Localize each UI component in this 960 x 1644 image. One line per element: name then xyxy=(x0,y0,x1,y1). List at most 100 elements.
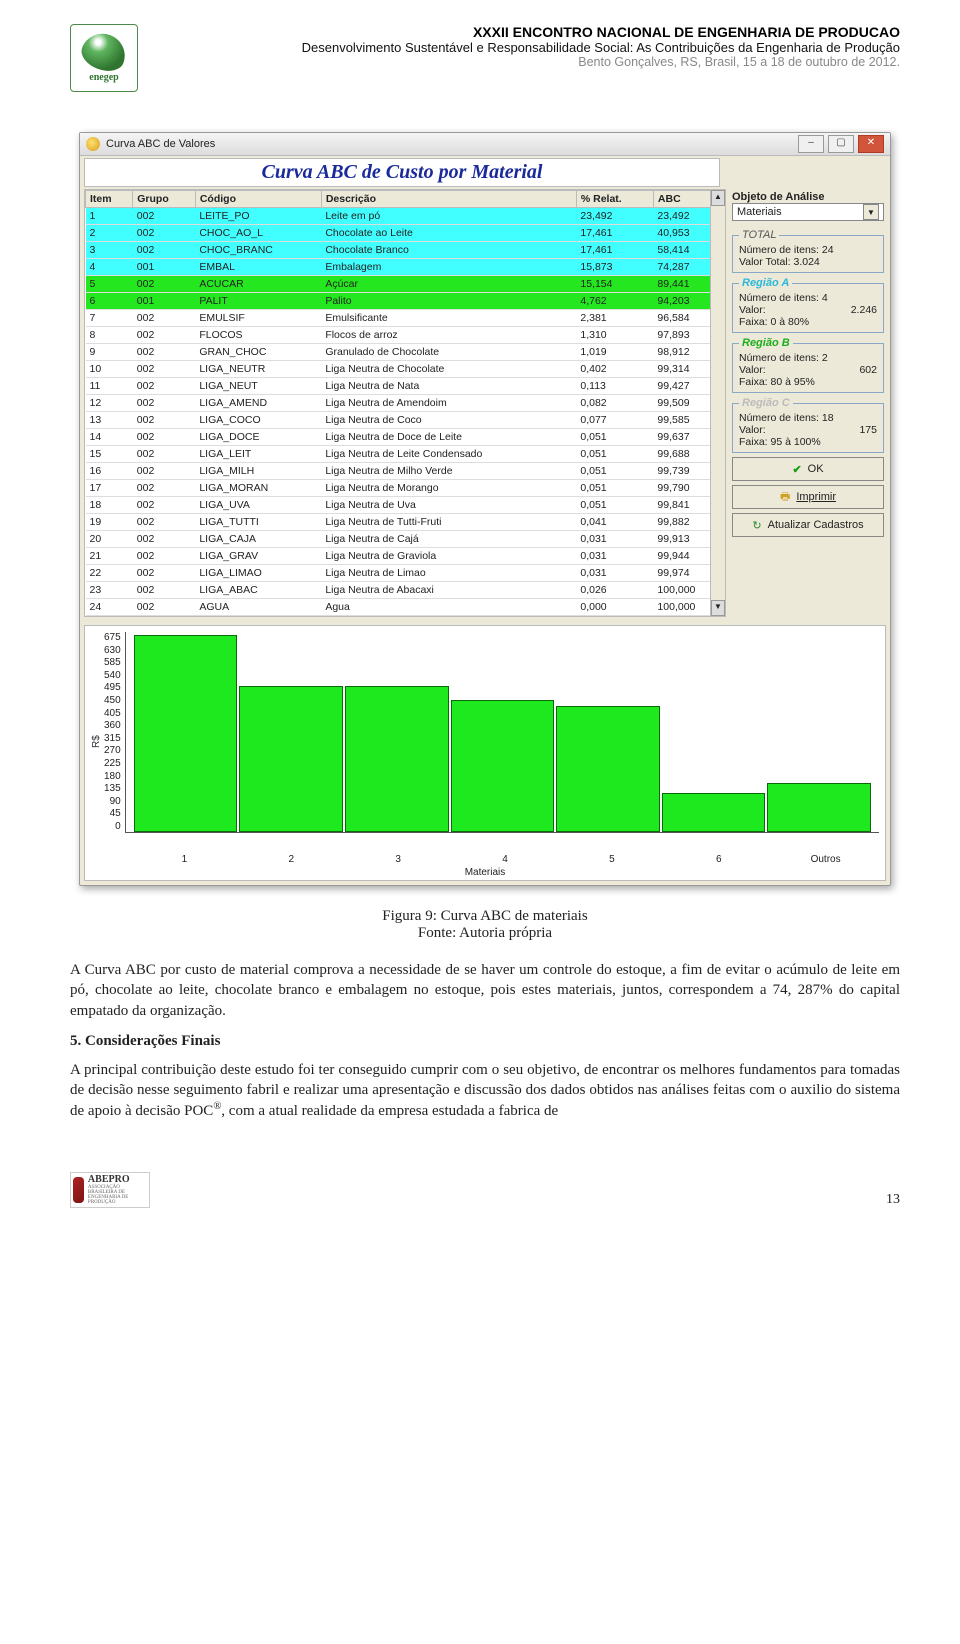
column-header[interactable]: Grupo xyxy=(133,191,196,208)
table-cell: Liga Neutra de Milho Verde xyxy=(321,463,576,480)
table-row[interactable]: 24002AGUAAgua0,000100,000 xyxy=(86,599,725,616)
print-button[interactable]: 🖶 Imprimir xyxy=(732,485,884,509)
app-window: Curva ABC de Valores – ▢ ✕ Curva ABC de … xyxy=(79,132,891,886)
refresh-button[interactable]: ↻ Atualizar Cadastros xyxy=(732,513,884,537)
table-cell: Liga Neutra de Leite Condensado xyxy=(321,446,576,463)
table-cell: Palito xyxy=(321,293,576,310)
table-cell: 24 xyxy=(86,599,133,616)
chart-bar xyxy=(767,783,871,832)
table-row[interactable]: 12002LIGA_AMENDLiga Neutra de Amendoim0,… xyxy=(86,395,725,412)
table-row[interactable]: 22002LIGA_LIMAOLiga Neutra de Limao0,031… xyxy=(86,565,725,582)
table-cell: 4,762 xyxy=(576,293,653,310)
table-row[interactable]: 11002LIGA_NEUTLiga Neutra de Nata0,11399… xyxy=(86,378,725,395)
table-cell: 17,461 xyxy=(576,225,653,242)
table-cell: Emulsificante xyxy=(321,310,576,327)
table-cell: 002 xyxy=(133,361,196,378)
table-row[interactable]: 23002LIGA_ABACLiga Neutra de Abacaxi0,02… xyxy=(86,582,725,599)
table-row[interactable]: 5002ACUCARAçúcar15,15489,441 xyxy=(86,276,725,293)
table-cell: Leite em pó xyxy=(321,208,576,225)
scroll-down-button[interactable]: ▼ xyxy=(711,600,725,616)
table-cell: 002 xyxy=(133,378,196,395)
table-cell: 19 xyxy=(86,514,133,531)
table-cell: 0,000 xyxy=(576,599,653,616)
y-tick: 0 xyxy=(115,821,121,832)
x-axis-label: Materiais xyxy=(91,867,879,878)
region-c-itens-value: 18 xyxy=(822,412,834,424)
table-cell: Liga Neutra de Amendoim xyxy=(321,395,576,412)
table-cell: Liga Neutra de Coco xyxy=(321,412,576,429)
table-cell: Liga Neutra de Uva xyxy=(321,497,576,514)
table-row[interactable]: 17002LIGA_MORANLiga Neutra de Morango0,0… xyxy=(86,480,725,497)
ok-button-label: OK xyxy=(808,463,824,475)
y-tick: 225 xyxy=(104,758,121,769)
table-row[interactable]: 6001PALITPalito4,76294,203 xyxy=(86,293,725,310)
table-cell: 002 xyxy=(133,531,196,548)
table-row[interactable]: 8002FLOCOSFlocos de arroz1,31097,893 xyxy=(86,327,725,344)
table-row[interactable]: 7002EMULSIFEmulsificante2,38196,584 xyxy=(86,310,725,327)
scroll-up-button[interactable]: ▲ xyxy=(711,190,725,206)
table-cell: Liga Neutra de Nata xyxy=(321,378,576,395)
paper-header: enegep XXXII ENCONTRO NACIONAL DE ENGENH… xyxy=(70,24,900,92)
x-axis-ticks: 123456Outros xyxy=(91,852,879,865)
region-b-valor-value: 602 xyxy=(859,364,877,376)
table-cell: AGUA xyxy=(195,599,321,616)
y-tick: 360 xyxy=(104,720,121,731)
table-cell: LIGA_TUTTI xyxy=(195,514,321,531)
ok-button[interactable]: ✔ OK xyxy=(732,457,884,481)
close-button[interactable]: ✕ xyxy=(858,135,884,153)
table-row[interactable]: 3002CHOC_BRANCChocolate Branco17,46158,4… xyxy=(86,242,725,259)
table-row[interactable]: 20002LIGA_CAJALiga Neutra de Cajá0,03199… xyxy=(86,531,725,548)
table-row[interactable]: 14002LIGA_DOCELiga Neutra de Doce de Lei… xyxy=(86,429,725,446)
table-row[interactable]: 1002LEITE_POLeite em pó23,49223,492 xyxy=(86,208,725,225)
table-row[interactable]: 13002LIGA_COCOLiga Neutra de Coco0,07799… xyxy=(86,412,725,429)
minimize-button[interactable]: – xyxy=(798,135,824,153)
table-cell: 0,082 xyxy=(576,395,653,412)
total-group: TOTAL Número de itens: 24 Valor Total: 3… xyxy=(732,229,884,273)
table-cell: 15,154 xyxy=(576,276,653,293)
total-legend: TOTAL xyxy=(739,229,779,241)
table-row[interactable]: 10002LIGA_NEUTRLiga Neutra de Chocolate0… xyxy=(86,361,725,378)
app-icon xyxy=(86,137,100,151)
table-cell: 002 xyxy=(133,548,196,565)
table-cell: LIGA_DOCE xyxy=(195,429,321,446)
column-header[interactable]: Item xyxy=(86,191,133,208)
printer-icon: 🖶 xyxy=(780,488,790,507)
column-header[interactable]: Descrição xyxy=(321,191,576,208)
table-row[interactable]: 18002LIGA_UVALiga Neutra de Uva0,05199,8… xyxy=(86,497,725,514)
table-row[interactable]: 21002LIGA_GRAVLiga Neutra de Graviola0,0… xyxy=(86,548,725,565)
total-itens-value: 24 xyxy=(822,244,834,256)
region-b-valor-label: Valor: xyxy=(739,364,766,376)
table-cell: 002 xyxy=(133,208,196,225)
analysis-select[interactable]: Materiais ▼ xyxy=(732,203,884,221)
table-row[interactable]: 9002GRAN_CHOCGranulado de Chocolate1,019… xyxy=(86,344,725,361)
analysis-value: Materiais xyxy=(737,206,782,218)
region-c-faixa-value: 95 à 100% xyxy=(771,436,821,448)
maximize-button[interactable]: ▢ xyxy=(828,135,854,153)
region-c-faixa-label: Faixa: xyxy=(739,436,768,448)
table-cell: ACUCAR xyxy=(195,276,321,293)
table-row[interactable]: 15002LIGA_LEITLiga Neutra de Leite Conde… xyxy=(86,446,725,463)
page-number: 13 xyxy=(886,1192,900,1208)
paragraph-1: A Curva ABC por custo de material compro… xyxy=(70,960,900,1021)
table-cell: 0,031 xyxy=(576,531,653,548)
table-cell: FLOCOS xyxy=(195,327,321,344)
table-cell: 8 xyxy=(86,327,133,344)
table-row[interactable]: 4001EMBALEmbalagem15,87374,287 xyxy=(86,259,725,276)
table-cell: 0,026 xyxy=(576,582,653,599)
table-cell: LIGA_COCO xyxy=(195,412,321,429)
table-cell: Liga Neutra de Abacaxi xyxy=(321,582,576,599)
table-row[interactable]: 16002LIGA_MILHLiga Neutra de Milho Verde… xyxy=(86,463,725,480)
region-a-legend: Região A xyxy=(739,277,792,289)
y-axis-ticks: 6756305855404954504053603152702251801359… xyxy=(104,632,125,832)
vertical-scrollbar[interactable]: ▲ ▼ xyxy=(710,190,725,616)
table-cell: Granulado de Chocolate xyxy=(321,344,576,361)
column-header[interactable]: % Relat. xyxy=(576,191,653,208)
table-cell: 001 xyxy=(133,293,196,310)
table-row[interactable]: 19002LIGA_TUTTILiga Neutra de Tutti-Frut… xyxy=(86,514,725,531)
table-row[interactable]: 2002CHOC_AO_LChocolate ao Leite17,46140,… xyxy=(86,225,725,242)
table-cell: 002 xyxy=(133,276,196,293)
table-cell: 22 xyxy=(86,565,133,582)
table-cell: Liga Neutra de Chocolate xyxy=(321,361,576,378)
column-header[interactable]: Código xyxy=(195,191,321,208)
chart-bar xyxy=(662,793,766,832)
